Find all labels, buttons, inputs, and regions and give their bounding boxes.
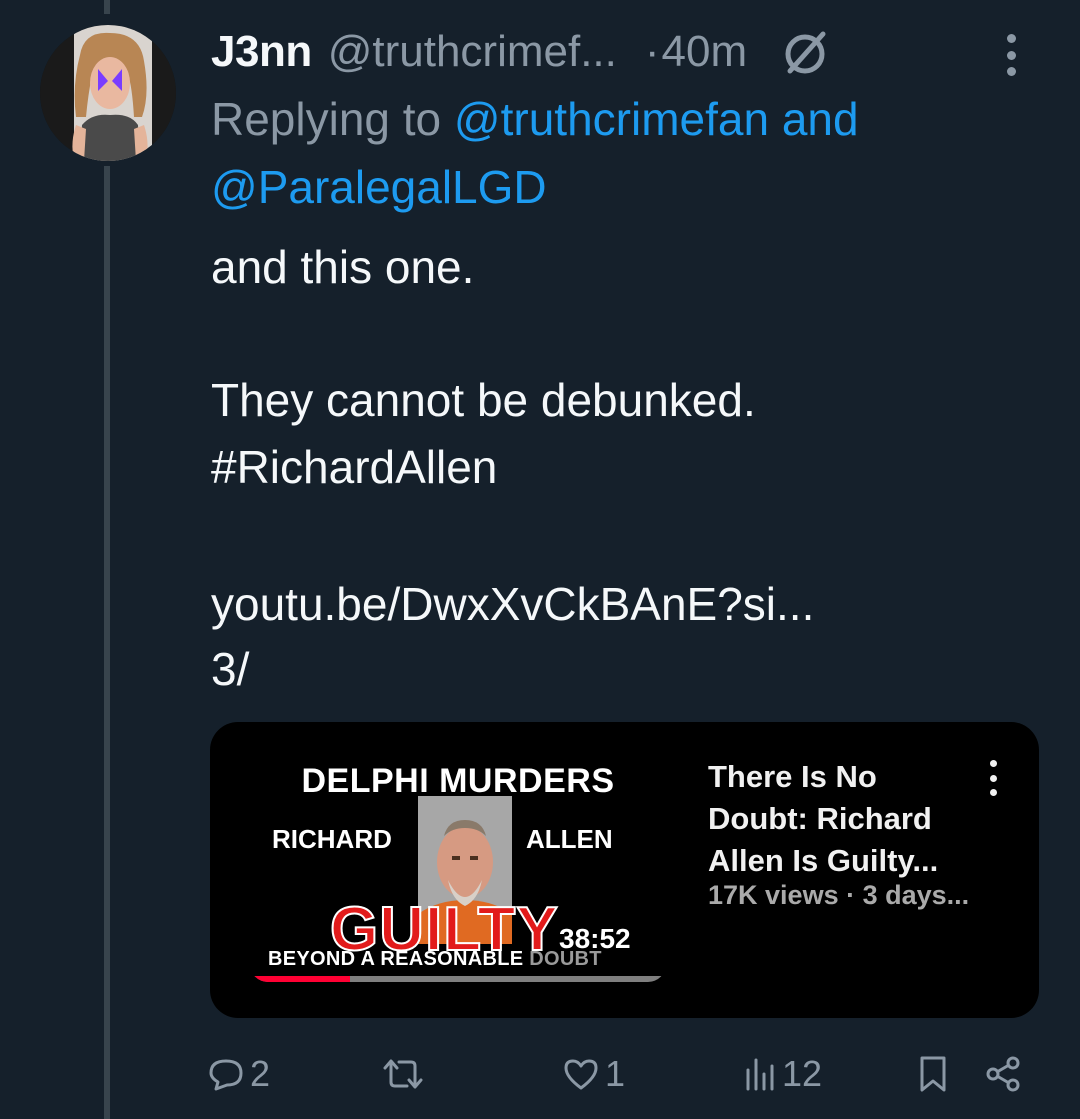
separator-dot: · [644,27,660,76]
thread-line [104,166,110,1119]
like-button[interactable]: 1 [563,1050,625,1098]
reply-button[interactable]: 2 [208,1050,270,1098]
reply-count: 2 [250,1053,271,1094]
thumbnail-right-text: ALLEN [526,824,613,854]
views-button[interactable]: 12 [744,1050,822,1098]
tweet-header: J3nn @truthcrimef... · 40m [211,24,833,80]
video-meta: 17K views · 3 days... [708,880,970,910]
views-icon [744,1056,776,1092]
like-count: 1 [605,1053,626,1094]
thread-line-top [104,0,110,14]
reply-and: and [781,93,859,145]
mute-icon[interactable] [777,24,833,80]
views-count: 12 [782,1053,823,1094]
thumbnail-footer-main: BEYOND A REASONABLE [268,948,524,970]
timestamp[interactable]: 40m [662,27,748,77]
replying-to-line-2: @ParalegalLGD [211,160,547,214]
repost-icon [381,1056,425,1092]
replying-to-line: Replying to @truthcrimefan and [211,92,859,146]
thread-marker: 3/ [211,643,250,695]
thumbnail-footer: BEYOND A REASONABLE DOUBT [268,948,602,971]
video-title[interactable]: There Is No Doubt: Richard Allen Is Guil… [708,756,978,882]
video-thumbnail[interactable]: DELPHI MURDERS RICHARD ALLEN GUILTY 38:5… [250,752,666,982]
video-more-icon[interactable] [990,760,1000,796]
bookmark-button[interactable] [918,1050,948,1098]
like-icon [563,1056,599,1092]
share-button[interactable] [984,1050,1022,1098]
hashtag-link[interactable]: #RichardAllen [211,440,497,494]
youtube-link[interactable]: youtu.be/DwxXvCkBAnE?si... [211,577,814,631]
tweet-text-line-2: They cannot be debunked. [211,374,756,426]
watch-progress-fill [250,976,350,982]
repost-button[interactable] [381,1050,431,1098]
avatar-image [40,25,176,161]
avatar[interactable] [40,25,176,161]
reply-mention-2[interactable]: @ParalegalLGD [211,161,547,213]
thumbnail-footer-faded: DOUBT [529,948,602,970]
tweet-text-line-1: and this one. [211,241,475,293]
replying-to-label: Replying to [211,93,442,145]
thumbnail-left-text: RICHARD [272,824,392,854]
reply-mention-1[interactable]: @truthcrimefan [454,93,769,145]
more-options-icon[interactable] [996,30,1026,80]
share-icon [984,1055,1022,1093]
video-card[interactable]: DELPHI MURDERS RICHARD ALLEN GUILTY 38:5… [210,722,1039,1018]
bookmark-icon [918,1055,948,1093]
reply-icon [208,1056,244,1092]
user-handle[interactable]: @truthcrimef... [328,27,617,77]
display-name[interactable]: J3nn [211,27,312,77]
